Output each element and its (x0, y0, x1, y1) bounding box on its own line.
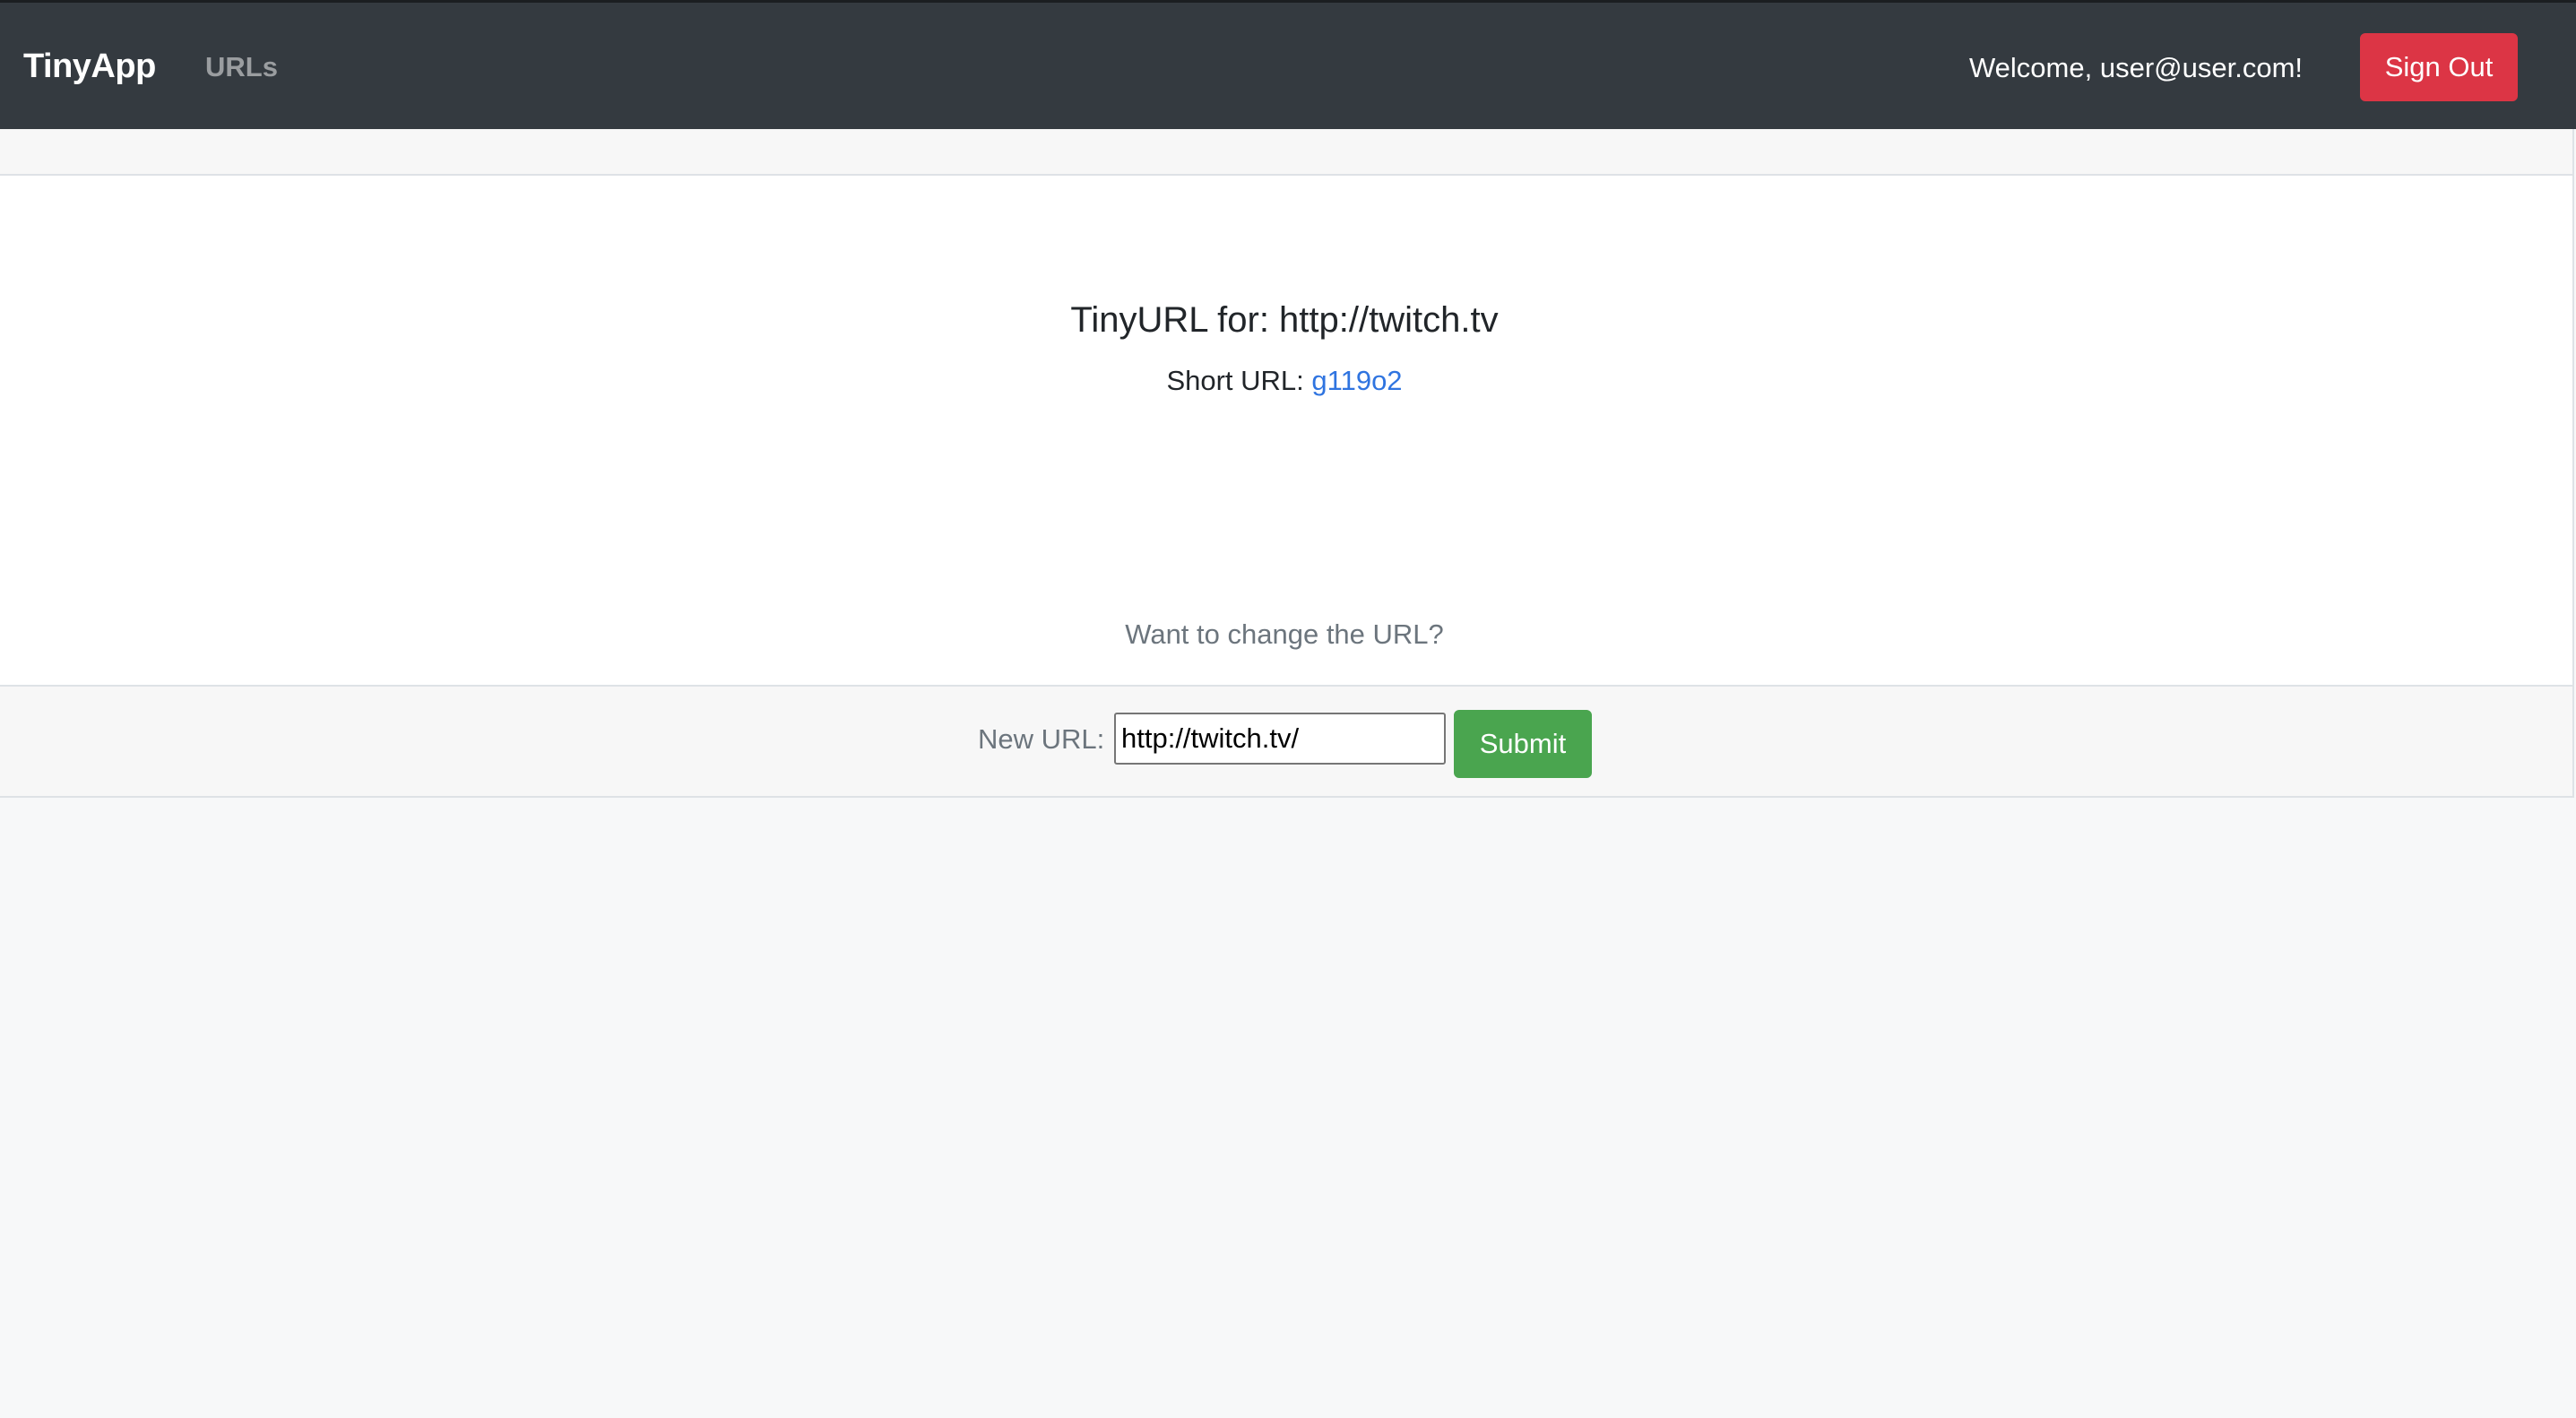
brand-logo-link[interactable]: TinyApp (23, 46, 156, 87)
card-header (0, 129, 2572, 176)
new-url-label: New URL: (978, 723, 1105, 755)
short-url-link[interactable]: g119o2 (1311, 365, 1402, 396)
new-url-input[interactable] (1114, 713, 1446, 765)
navbar: TinyApp URLs Welcome, user@user.com! Sig… (0, 3, 2576, 129)
url-card: TinyURL for: http://twitch.tv Short URL:… (0, 129, 2574, 798)
submit-button[interactable]: Submit (1454, 710, 1592, 778)
nav-link-urls[interactable]: URLs (205, 50, 278, 84)
change-url-prompt: Want to change the URL? (1125, 618, 1444, 650)
short-url-line: Short URL: g119o2 (0, 364, 2569, 398)
welcome-message: Welcome, user@user.com! (1968, 52, 2303, 83)
page-title: TinyURL for: http://twitch.tv (1070, 300, 1499, 340)
card-footer: New URL: Submit (0, 685, 2572, 796)
sign-out-button[interactable]: Sign Out (2360, 33, 2518, 101)
short-url-label: Short URL: (1166, 365, 1304, 396)
